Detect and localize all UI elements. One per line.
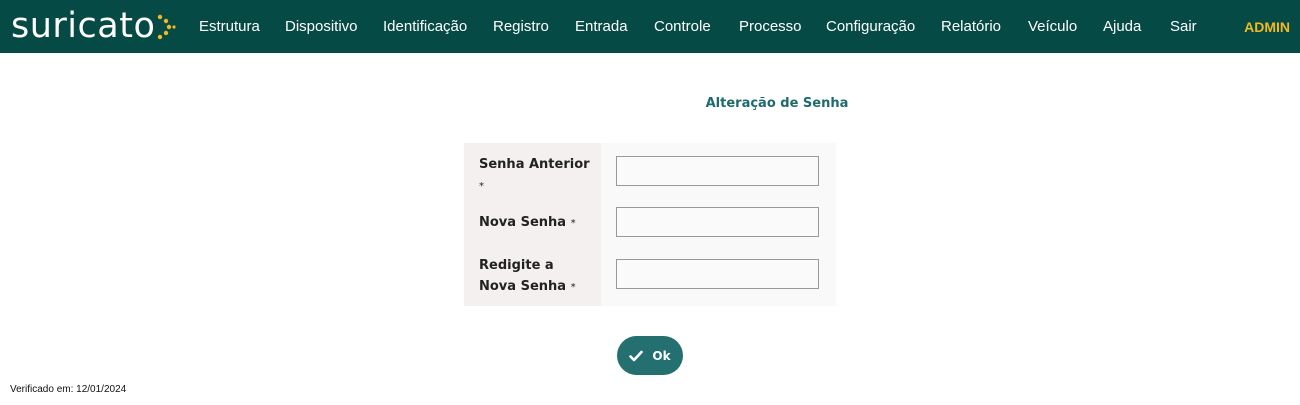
nova-senha-input[interactable] [616, 207, 819, 237]
nav-item-controle[interactable]: Controle [654, 17, 711, 37]
nav-item-processo[interactable]: Processo [739, 17, 802, 37]
ok-button-label: Ok [652, 348, 671, 363]
required-mark: * [479, 181, 484, 192]
field-label-text: Nova Senha [479, 215, 567, 230]
current-user-label[interactable]: ADMIN [1244, 17, 1290, 37]
nav-item-ajuda[interactable]: Ajuda [1103, 17, 1141, 37]
nav-item-sair[interactable]: Sair [1170, 17, 1197, 37]
field-label-text: Senha Anterior [479, 157, 590, 172]
nav-item-dispositivo[interactable]: Dispositivo [285, 17, 358, 37]
field-label-nova-senha: Nova Senha * [479, 212, 594, 234]
check-icon [629, 350, 644, 361]
page-title: Alteração de Senha [705, 96, 849, 111]
top-navigation-bar: suricato Estrutura Dispositivo Identific… [0, 0, 1300, 53]
field-label-senha-anterior: Senha Anterior * [479, 154, 594, 197]
nav-item-configuracao[interactable]: Configuração [826, 17, 915, 37]
nav-item-identificacao[interactable]: Identificação [383, 17, 467, 37]
logo-text: suricato [11, 6, 156, 46]
field-label-text: Redigite a Nova Senha [479, 258, 567, 294]
required-mark: * [570, 282, 576, 293]
suricato-logo[interactable]: suricato [11, 4, 176, 48]
required-mark: * [570, 218, 576, 229]
nav-item-entrada[interactable]: Entrada [575, 17, 628, 37]
field-label-redigite-nova-senha: Redigite a Nova Senha * [479, 255, 594, 298]
redigite-nova-senha-input[interactable] [616, 259, 819, 289]
password-change-form: Senha Anterior * Nova Senha * Redigite a… [464, 143, 836, 306]
nav-item-relatorio[interactable]: Relatório [941, 17, 1001, 37]
senha-anterior-input[interactable] [616, 156, 819, 186]
nav-item-estrutura[interactable]: Estrutura [199, 17, 260, 37]
verified-date-note: Verificado em: 12/01/2024 [10, 384, 127, 395]
logo-dots-icon [158, 14, 176, 40]
ok-button[interactable]: Ok [617, 336, 683, 375]
nav-item-registro[interactable]: Registro [493, 17, 549, 37]
nav-item-veiculo[interactable]: Veículo [1028, 17, 1077, 37]
